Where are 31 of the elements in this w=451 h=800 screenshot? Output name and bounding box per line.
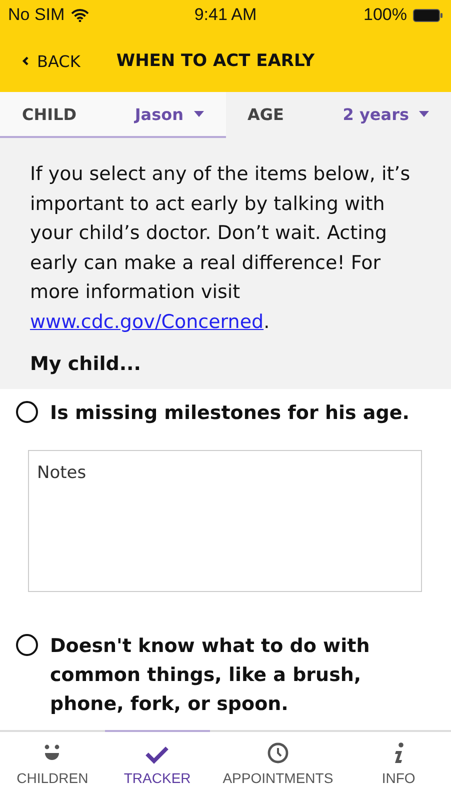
radio-button[interactable] (16, 401, 38, 423)
filter-dropdown[interactable]: Jason (134, 104, 204, 124)
back-button[interactable]: BACK (22, 52, 80, 70)
battery-text: 100% (364, 5, 407, 25)
tab-bar-item[interactable]: APPOINTMENTS (210, 730, 346, 800)
wifi-icon (70, 8, 89, 22)
filter-tab[interactable]: AGE 2 years (226, 92, 451, 138)
filter-label: AGE (248, 104, 284, 124)
caret-icon (419, 111, 429, 117)
tab-bar-item[interactable]: CHILDREN (0, 730, 105, 800)
filter-tab[interactable]: CHILD Jason (0, 92, 226, 138)
filter-label: CHILD (22, 104, 77, 124)
chevron-left-icon (22, 56, 29, 66)
item-text: Doesn't know what to do with common things, like a brush, phone, fork, or spoon. (50, 634, 371, 717)
screen-title: WHEN TO ACT EARLY (116, 51, 315, 71)
notes-field[interactable]: Notes (28, 450, 422, 592)
checkmark-icon (145, 746, 170, 764)
tab-bar-item[interactable]: INFO (346, 730, 451, 800)
cdc-link[interactable]: www.cdc.gov/Concerned (30, 310, 264, 332)
radio-button[interactable] (16, 634, 38, 656)
filter-dropdown[interactable]: 2 years (342, 104, 429, 124)
item-text: Is missing milestones for his age. (50, 401, 410, 426)
carrier-text: No SIM (8, 5, 65, 25)
time-text: 9:41 AM (194, 5, 257, 25)
tab-bar-item[interactable]: TRACKER (104, 730, 210, 800)
info-icon (392, 742, 405, 764)
clock-icon (266, 742, 289, 764)
intro-text: If you select any of the items below, it’s important to act early by talking with your child’s doctor. Don’t wait. Acting early can make a real difference! For more information visit www.cdc.gov/Concerned. (30, 162, 411, 334)
caret-icon (194, 111, 204, 117)
battery-icon (413, 8, 443, 22)
section-heading: My child... (30, 353, 142, 375)
